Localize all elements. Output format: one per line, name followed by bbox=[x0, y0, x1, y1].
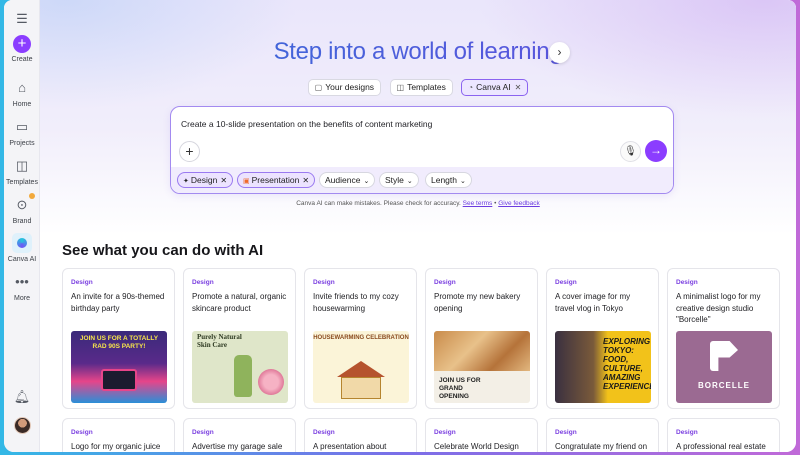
suggestion-card[interactable]: Design Promote a natural, organic skinca… bbox=[183, 268, 296, 409]
avatar[interactable] bbox=[14, 417, 31, 434]
canva-ai-icon: ◔ bbox=[468, 83, 474, 92]
notifications-button[interactable]: 🔔︎ bbox=[4, 387, 40, 410]
folder-icon: ▭ bbox=[15, 119, 29, 134]
mode-tabs: ▢ Your designs ◫ Templates ◔ Canva AI ✕ bbox=[40, 79, 796, 97]
bottle-image bbox=[234, 355, 252, 397]
suggestion-card[interactable]: Design A cover image for my travel vlog … bbox=[546, 268, 659, 409]
chevron-down-icon: ⌄ bbox=[406, 178, 413, 185]
next-title-button[interactable]: › bbox=[549, 42, 570, 63]
sidebar-item-home[interactable]: ⌂ Home bbox=[4, 78, 40, 108]
app-window: ☰ + Create ⌂ Home ▭ Projects ◫ Templates… bbox=[4, 0, 796, 452]
sidebar-item-create[interactable]: + Create bbox=[4, 35, 40, 63]
disclaimer: Canva AI can make mistakes. Please check… bbox=[296, 200, 540, 207]
house-image bbox=[341, 377, 381, 399]
prompt-options-bar: ✦ Design ✕ ▣ Presentation ✕ Audience ⌄ Style ⌄… bbox=[171, 167, 673, 193]
plus-icon: + bbox=[13, 35, 31, 53]
tab-templates[interactable]: ◫ Templates bbox=[389, 79, 453, 96]
menu-button[interactable]: ☰ bbox=[4, 9, 40, 32]
chip-presentation[interactable]: ▣ Presentation ✕ bbox=[237, 172, 316, 188]
arrow-right-icon: → bbox=[650, 143, 662, 157]
add-attachment-button[interactable]: + bbox=[179, 141, 200, 162]
tab-canva-ai[interactable]: ◔ Canva AI ✕ bbox=[461, 79, 529, 96]
dropdown-style[interactable]: Style ⌄ bbox=[379, 172, 419, 188]
send-button[interactable]: → bbox=[645, 140, 667, 162]
bell-icon: 🔔︎ bbox=[13, 389, 31, 404]
suggestion-card[interactable]: Design A professional real estate bbox=[667, 418, 780, 452]
chip-design[interactable]: ✦ Design ✕ bbox=[177, 172, 234, 188]
bread-image bbox=[434, 331, 530, 371]
sidebar: ☰ + Create ⌂ Home ▭ Projects ◫ Templates… bbox=[4, 0, 40, 452]
microphone-button[interactable]: 🎙︎ bbox=[620, 141, 641, 162]
sidebar-item-canva-ai[interactable]: Canva AI bbox=[4, 233, 40, 263]
prompt-input[interactable]: Create a 10-slide presentation on the be… bbox=[181, 119, 432, 129]
hamburger-icon: ☰ bbox=[16, 11, 28, 26]
sidebar-item-label: More bbox=[14, 295, 30, 302]
chevron-right-icon: › bbox=[557, 45, 562, 59]
home-icon: ⌂ bbox=[18, 80, 26, 95]
close-icon[interactable]: ✕ bbox=[302, 176, 309, 185]
thumbnail-housewarming: HOUSEWARMING CELEBRATION bbox=[313, 331, 409, 403]
close-icon[interactable]: ✕ bbox=[515, 83, 522, 92]
chevron-down-icon: ⌄ bbox=[460, 178, 466, 185]
suggestion-card[interactable]: Design Congratulate my friend on bbox=[546, 418, 659, 452]
sidebar-item-label: Create bbox=[11, 56, 33, 63]
thumbnail-bakery: JOIN US FOR GRAND OPENING bbox=[434, 331, 530, 403]
suggestion-card[interactable]: Design An invite for a 90s-themed birthd… bbox=[62, 268, 175, 409]
sidebar-item-projects[interactable]: ▭ Projects bbox=[4, 117, 40, 147]
sidebar-item-label: Templates bbox=[6, 179, 38, 186]
thumbnail-skincare: Purely Natural Skin Care bbox=[192, 331, 288, 403]
microphone-icon: 🎙︎ bbox=[624, 146, 637, 157]
templates-icon: ◫ bbox=[396, 83, 405, 92]
page-title: Step into a world of learning bbox=[40, 38, 796, 66]
main-content: Step into a world of learning › ▢ Your de… bbox=[40, 0, 796, 452]
suggestion-card[interactable]: Design A minimalist logo for my creative… bbox=[667, 268, 780, 409]
roof-image bbox=[337, 361, 385, 377]
dropdown-audience[interactable]: Audience ⌄ bbox=[319, 172, 376, 188]
sidebar-item-label: Canva AI bbox=[7, 256, 37, 263]
sidebar-item-brand[interactable]: ⊙ Brand bbox=[4, 193, 40, 225]
thumbnail-90s-party: JOIN US FOR A TOTALLY RAD 90S PARTY! bbox=[71, 331, 167, 403]
sidebar-item-label: Brand bbox=[12, 218, 32, 225]
section-title: See what you can do with AI bbox=[62, 242, 264, 259]
give-feedback-link[interactable]: Give feedback bbox=[498, 200, 540, 207]
close-icon[interactable]: ✕ bbox=[220, 176, 227, 185]
prompt-box[interactable]: Create a 10-slide presentation on the be… bbox=[170, 106, 674, 194]
presentation-icon: ▣ bbox=[243, 178, 250, 185]
suggestion-card[interactable]: Design A presentation about bbox=[304, 418, 417, 452]
suggestion-card[interactable]: Design Celebrate World Design bbox=[425, 418, 538, 452]
logo-mark-image bbox=[710, 341, 738, 371]
thumbnail-borcelle: BORCELLE bbox=[676, 331, 772, 403]
sidebar-item-templates[interactable]: ◫ Templates bbox=[4, 156, 40, 186]
designs-icon: ▢ bbox=[314, 83, 323, 92]
suggestion-card[interactable]: Design Advertise my garage sale bbox=[183, 418, 296, 452]
suggestion-card[interactable]: Design Logo for my organic juice bbox=[62, 418, 175, 452]
canva-ai-icon bbox=[12, 233, 32, 253]
suggestion-card[interactable]: Design Promote my new bakery opening JOI… bbox=[425, 268, 538, 409]
sidebar-item-label: Projects bbox=[9, 140, 35, 147]
dropdown-length[interactable]: Length ⌄ bbox=[425, 172, 472, 188]
sidebar-item-label: Home bbox=[12, 101, 32, 108]
thumbnail-tokyo: EXPLORING TOKYO: FOOD, CULTURE, AMAZING … bbox=[555, 331, 651, 403]
sidebar-item-more[interactable]: ••• More bbox=[4, 272, 40, 302]
magic-icon: ✦ bbox=[183, 178, 189, 185]
flower-image bbox=[258, 369, 284, 395]
see-terms-link[interactable]: See terms bbox=[463, 200, 493, 207]
tab-your-designs[interactable]: ▢ Your designs bbox=[307, 79, 382, 96]
plus-icon: + bbox=[185, 143, 194, 159]
brand-badge bbox=[29, 193, 35, 199]
templates-icon: ◫ bbox=[15, 158, 29, 173]
suggestion-card[interactable]: Design Invite friends to my cozy housewa… bbox=[304, 268, 417, 409]
boombox-image bbox=[101, 369, 137, 391]
chevron-down-icon: ⌄ bbox=[363, 178, 370, 185]
more-icon: ••• bbox=[15, 274, 29, 289]
